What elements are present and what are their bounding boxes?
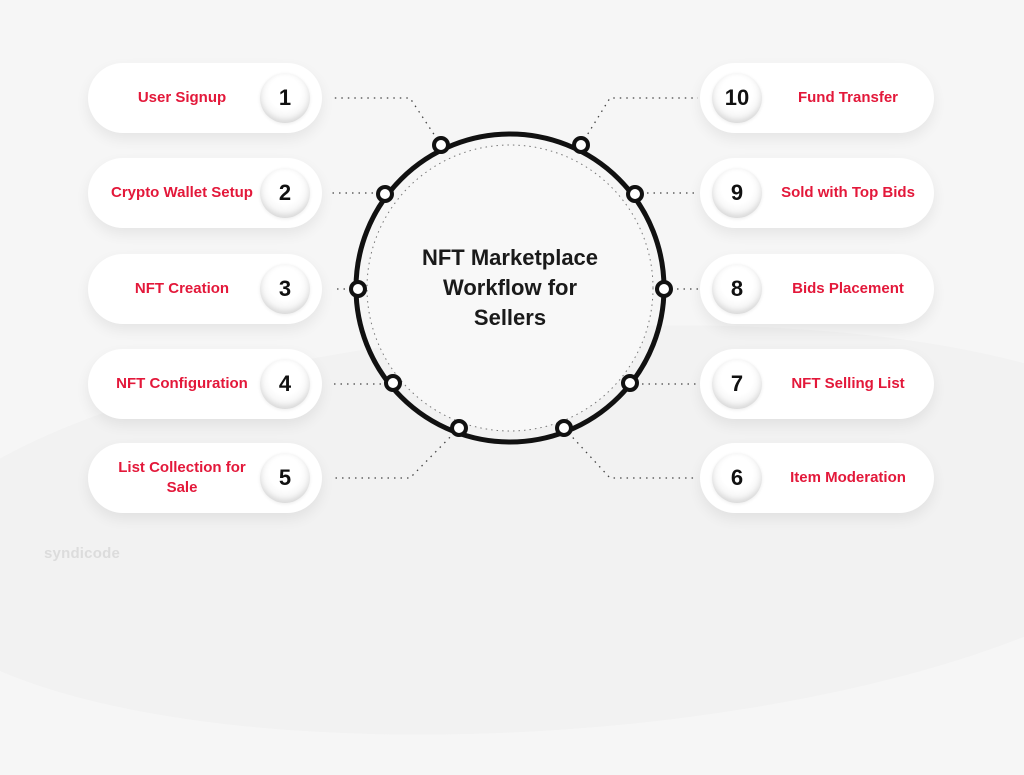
- step-2: Crypto Wallet Setup 2: [88, 158, 322, 228]
- connector-line-4: [332, 383, 394, 385]
- step-label: Fund Transfer: [797, 89, 898, 106]
- step-label: NFT Selling List: [791, 375, 905, 392]
- ring-node-10: [572, 136, 590, 154]
- step-9: 9 Sold with Top Bids: [700, 158, 934, 228]
- ring-node-7: [621, 374, 639, 392]
- step-number: 4: [260, 359, 310, 409]
- step-label: Crypto Wallet Setup: [111, 184, 253, 201]
- ring-node-2: [376, 185, 394, 203]
- step-8: 8 Bids Placement: [700, 254, 934, 324]
- step-number: 6: [712, 453, 762, 503]
- step-number: 1: [260, 73, 310, 123]
- step-label: Sold with Top Bids: [781, 184, 915, 201]
- step-label: User Signup: [137, 89, 227, 106]
- ring-node-9: [626, 185, 644, 203]
- ring-node-3: [349, 280, 367, 298]
- title-line-3: Sellers: [473, 305, 547, 330]
- syndicode-logo: syndicode: [44, 545, 120, 562]
- step-label: NFT Configuration: [116, 375, 248, 392]
- step-number: 10: [712, 73, 762, 123]
- title-line-2: Workflow for: [442, 275, 578, 300]
- step-label: Item Moderation: [790, 469, 906, 486]
- ring-node-4: [384, 374, 402, 392]
- step-4: NFT Configuration 4: [88, 349, 322, 419]
- connector-line-9: [634, 192, 698, 194]
- title-line-1: NFT Marketplace: [421, 245, 599, 270]
- step-label: NFT Creation: [134, 280, 230, 297]
- connector-line-10: [580, 97, 698, 146]
- connector-line-6: [563, 427, 698, 479]
- step-6: 6 Item Moderation: [700, 443, 934, 513]
- ring-node-5: [450, 419, 468, 437]
- step-number: 3: [260, 264, 310, 314]
- step-5: List Collection for Sale 5: [88, 443, 322, 513]
- ring-node-6: [555, 419, 573, 437]
- diagram-title: NFT Marketplace Workflow for Sellers: [390, 243, 630, 333]
- ring-node-1: [432, 136, 450, 154]
- connector-line-7: [629, 383, 698, 385]
- step-label: List Collection for Sale: [118, 459, 246, 496]
- step-number: 7: [712, 359, 762, 409]
- connector-line-5: [332, 427, 460, 479]
- step-10: 10 Fund Transfer: [700, 63, 934, 133]
- step-1: User Signup 1: [88, 63, 322, 133]
- step-number: 9: [712, 168, 762, 218]
- connector-line-1: [332, 97, 442, 146]
- ring-node-8: [655, 280, 673, 298]
- step-number: 2: [260, 168, 310, 218]
- step-number: 5: [260, 453, 310, 503]
- step-number: 8: [712, 264, 762, 314]
- step-label: Bids Placement: [792, 280, 904, 297]
- step-7: 7 NFT Selling List: [700, 349, 934, 419]
- step-3: NFT Creation 3: [88, 254, 322, 324]
